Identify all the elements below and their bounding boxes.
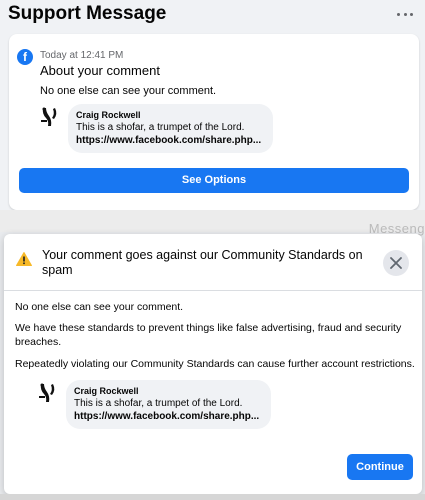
more-options-icon[interactable] bbox=[397, 11, 413, 17]
bottom-background-strip bbox=[0, 494, 425, 500]
comment-author: Craig Rockwell bbox=[76, 110, 141, 120]
notification-title: About your comment bbox=[40, 63, 160, 78]
top-header: Support Message bbox=[0, 0, 425, 28]
notification-card: f Today at 12:41 PM About your comment N… bbox=[9, 34, 419, 210]
shofar-avatar-icon bbox=[38, 382, 58, 404]
modal-title: Your comment goes against our Community … bbox=[42, 248, 363, 277]
continue-button[interactable]: Continue bbox=[347, 454, 413, 480]
notification-description: No one else can see your comment. bbox=[40, 85, 217, 97]
comment-bubble[interactable]: Craig Rockwell This is a shofar, a trump… bbox=[66, 380, 272, 429]
shofar-avatar-icon bbox=[40, 106, 60, 128]
close-icon bbox=[390, 257, 402, 269]
comment-link[interactable]: https://www.facebook.com/share.php... bbox=[74, 410, 259, 423]
community-standards-modal: Your comment goes against our Community … bbox=[4, 234, 422, 494]
timestamp: Today at 12:41 PM bbox=[40, 50, 124, 61]
modal-paragraph-visibility: No one else can see your comment. bbox=[15, 301, 184, 313]
modal-header: Your comment goes against our Community … bbox=[4, 234, 422, 291]
comment-text: This is a shofar, a trumpet of the Lord. bbox=[74, 398, 243, 409]
comment-author: Craig Rockwell bbox=[74, 386, 139, 396]
comment-text: This is a shofar, a trumpet of the Lord. bbox=[76, 122, 245, 133]
modal-paragraph-standards: We have these standards to prevent thing… bbox=[15, 322, 402, 348]
background-gap bbox=[0, 210, 425, 232]
comment-bubble[interactable]: Craig Rockwell This is a shofar, a trump… bbox=[68, 104, 274, 153]
facebook-logo-icon: f bbox=[17, 49, 33, 65]
comment-link[interactable]: https://www.facebook.com/share.php... bbox=[76, 134, 261, 147]
see-options-button[interactable]: See Options bbox=[19, 168, 409, 193]
modal-comment-preview: Craig Rockwell This is a shofar, a trump… bbox=[38, 380, 272, 429]
page-title: Support Message bbox=[8, 3, 167, 24]
close-button[interactable] bbox=[383, 250, 409, 276]
comment-preview: Craig Rockwell This is a shofar, a trump… bbox=[40, 104, 274, 153]
warning-icon bbox=[16, 252, 32, 266]
modal-paragraph-restrictions: Repeatedly violating our Community Stand… bbox=[15, 358, 415, 370]
